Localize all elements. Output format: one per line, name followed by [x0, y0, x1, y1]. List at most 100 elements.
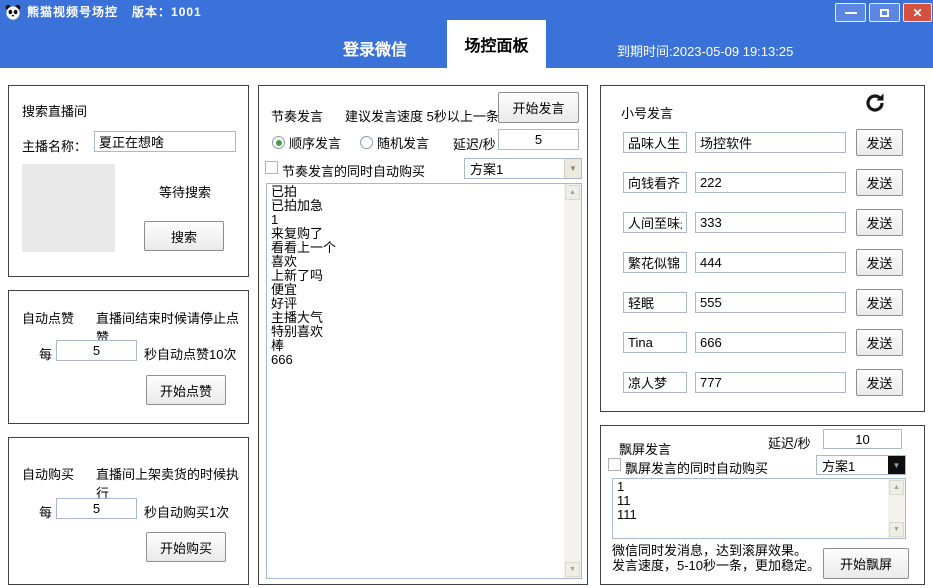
- floating-delay-input[interactable]: [823, 429, 902, 449]
- floating-messages-text: 1 11 111: [617, 480, 885, 537]
- panel-title: 节奏发言: [271, 106, 323, 125]
- rhythm-autobuy-checkbox[interactable]: [265, 161, 278, 174]
- liveroom-preview-image: [22, 164, 115, 252]
- alt-account-message-input[interactable]: [695, 372, 846, 393]
- titlebar: 熊猫视频号场控 版本：1001: [5, 3, 202, 20]
- maximize-button[interactable]: [869, 3, 900, 22]
- floating-speech-panel: 飘屏发言 延迟/秒 飘屏发言的同时自动购买 方案1 ▼ 1 11 111 ▲ ▼…: [600, 425, 925, 585]
- floating-note-2: 发言速度，5-10秒一条，更加稳定。: [612, 558, 820, 573]
- search-button[interactable]: 搜索: [144, 221, 224, 251]
- radio-selected-dot: [276, 140, 282, 146]
- scroll-down-icon[interactable]: ▼: [565, 562, 580, 577]
- scrollbar[interactable]: ▲ ▼: [564, 184, 581, 578]
- every-label: 每: [39, 344, 52, 363]
- alt-account-name-input[interactable]: [623, 172, 687, 193]
- send-button[interactable]: 发送: [856, 329, 903, 356]
- like-suffix-label: 秒自动点赞10次: [144, 344, 236, 363]
- send-button[interactable]: 发送: [856, 209, 903, 236]
- alt-account-row: 发送: [623, 369, 904, 396]
- send-button[interactable]: 发送: [856, 289, 903, 316]
- header-bar: 熊猫视频号场控 版本：1001 ✕ 登录微信 场控面板 到期时间:2023-05…: [0, 0, 933, 68]
- buy-suffix-label: 秒自动购买1次: [144, 502, 229, 521]
- alt-account-name-input[interactable]: [623, 252, 687, 273]
- radio-random-speech[interactable]: 随机发言: [360, 133, 429, 152]
- start-buy-button[interactable]: 开始购买: [146, 532, 226, 562]
- refresh-accounts-button[interactable]: [861, 90, 889, 118]
- floating-note-1: 微信同时发消息，达到滚屏效果。: [612, 543, 807, 558]
- delay-label: 延迟/秒: [768, 433, 811, 452]
- auto-buy-panel: 自动购买 直播间上架卖货的时候执行 每 秒自动购买1次 开始购买: [8, 437, 249, 585]
- tab-login-wechat[interactable]: 登录微信: [343, 36, 407, 60]
- close-button[interactable]: ✕: [903, 3, 932, 22]
- plan-selected-value: 方案1: [817, 456, 888, 475]
- rhythm-messages-textarea[interactable]: 已拍 已拍加急 1 来复购了 看看上一个 喜欢 上新了吗 便宜 好评 主播大气 …: [266, 183, 582, 579]
- radio-sequential-speech[interactable]: 顺序发言: [272, 133, 341, 152]
- panel-title: 小号发言: [621, 103, 673, 122]
- alt-account-speech-panel: 小号发言 发送 发送 发送 发送: [600, 85, 925, 412]
- send-button[interactable]: 发送: [856, 129, 903, 156]
- tab-control-panel[interactable]: 场控面板: [447, 20, 546, 68]
- alt-account-message-input[interactable]: [695, 172, 846, 193]
- alt-account-name-input[interactable]: [623, 292, 687, 313]
- chevron-down-icon: ▼: [888, 456, 905, 474]
- search-liveroom-panel: 搜索直播间 主播名称： 等待搜索 搜索: [8, 85, 249, 277]
- panel-title: 自动点赞: [22, 308, 74, 327]
- close-icon: ✕: [912, 6, 922, 20]
- minimize-icon: [845, 12, 857, 14]
- alt-account-row: 发送: [623, 129, 904, 156]
- alt-account-name-input[interactable]: [623, 132, 687, 153]
- send-button[interactable]: 发送: [856, 369, 903, 396]
- radio-circle-icon: [360, 136, 373, 149]
- rhythm-plan-dropdown[interactable]: 方案1 ▼: [464, 158, 582, 179]
- window-controls: ✕: [835, 3, 932, 22]
- delay-label: 延迟/秒: [453, 134, 496, 153]
- scrollbar[interactable]: ▲ ▼: [888, 479, 905, 538]
- rhythm-delay-input[interactable]: [498, 129, 579, 150]
- rhythm-messages-text: 已拍 已拍加急 1 来复购了 看看上一个 喜欢 上新了吗 便宜 好评 主播大气 …: [271, 185, 561, 577]
- alt-account-message-input[interactable]: [695, 252, 846, 273]
- alt-account-name-input[interactable]: [623, 372, 687, 393]
- scroll-up-icon[interactable]: ▲: [565, 185, 580, 200]
- auto-like-panel: 自动点赞 直播间结束时候请停止点赞 每 秒自动点赞10次 开始点赞: [8, 290, 249, 424]
- alt-account-row: 发送: [623, 209, 904, 236]
- app-version: 版本：1001: [132, 3, 202, 20]
- refresh-icon: [863, 91, 887, 115]
- auto-buy-hint: 直播间上架卖货的时候执行: [96, 464, 248, 502]
- panel-title: 飘屏发言: [619, 439, 671, 458]
- buy-interval-input[interactable]: [56, 498, 137, 519]
- alt-account-message-input[interactable]: [695, 212, 846, 233]
- alt-account-message-input[interactable]: [695, 332, 846, 353]
- send-button[interactable]: 发送: [856, 169, 903, 196]
- alt-account-row: 发送: [623, 169, 904, 196]
- panda-icon: [5, 4, 21, 20]
- start-speech-button[interactable]: 开始发言: [498, 92, 579, 123]
- radio-sequential-label: 顺序发言: [289, 133, 341, 152]
- floating-messages-textarea[interactable]: 1 11 111 ▲ ▼: [612, 478, 906, 539]
- every-label: 每: [39, 502, 52, 521]
- radio-circle-icon: [272, 136, 285, 149]
- chevron-down-icon: ▼: [564, 159, 581, 178]
- floating-autobuy-checkbox[interactable]: [608, 458, 621, 471]
- rhythm-speech-panel: 节奏发言 建议发言速度 5秒以上一条 开始发言 顺序发言 随机发言 延迟/秒 节…: [258, 85, 588, 585]
- host-name-input[interactable]: [94, 131, 236, 152]
- alt-account-message-input[interactable]: [695, 132, 846, 153]
- alt-account-name-input[interactable]: [623, 332, 687, 353]
- floating-plan-dropdown[interactable]: 方案1 ▼: [816, 455, 906, 475]
- search-status-text: 等待搜索: [159, 182, 211, 201]
- like-interval-input[interactable]: [56, 340, 137, 361]
- start-like-button[interactable]: 开始点赞: [146, 375, 226, 405]
- minimize-button[interactable]: [835, 3, 866, 22]
- alt-account-message-input[interactable]: [695, 292, 846, 313]
- host-name-label: 主播名称：: [22, 136, 87, 155]
- expiry-time: 到期时间:2023-05-09 19:13:25: [617, 41, 793, 60]
- panel-title: 搜索直播间: [22, 101, 87, 120]
- panel-title: 自动购买: [22, 464, 74, 483]
- send-button[interactable]: 发送: [856, 249, 903, 276]
- alt-account-row: 发送: [623, 329, 904, 356]
- app-title: 熊猫视频号场控: [27, 3, 118, 20]
- scroll-up-icon[interactable]: ▲: [889, 480, 904, 495]
- alt-account-name-input[interactable]: [623, 212, 687, 233]
- scroll-down-icon[interactable]: ▼: [889, 522, 904, 537]
- app-window: 熊猫视频号场控 版本：1001 ✕ 登录微信 场控面板 到期时间:2023-05…: [0, 0, 933, 588]
- start-floating-button[interactable]: 开始飘屏: [823, 548, 909, 579]
